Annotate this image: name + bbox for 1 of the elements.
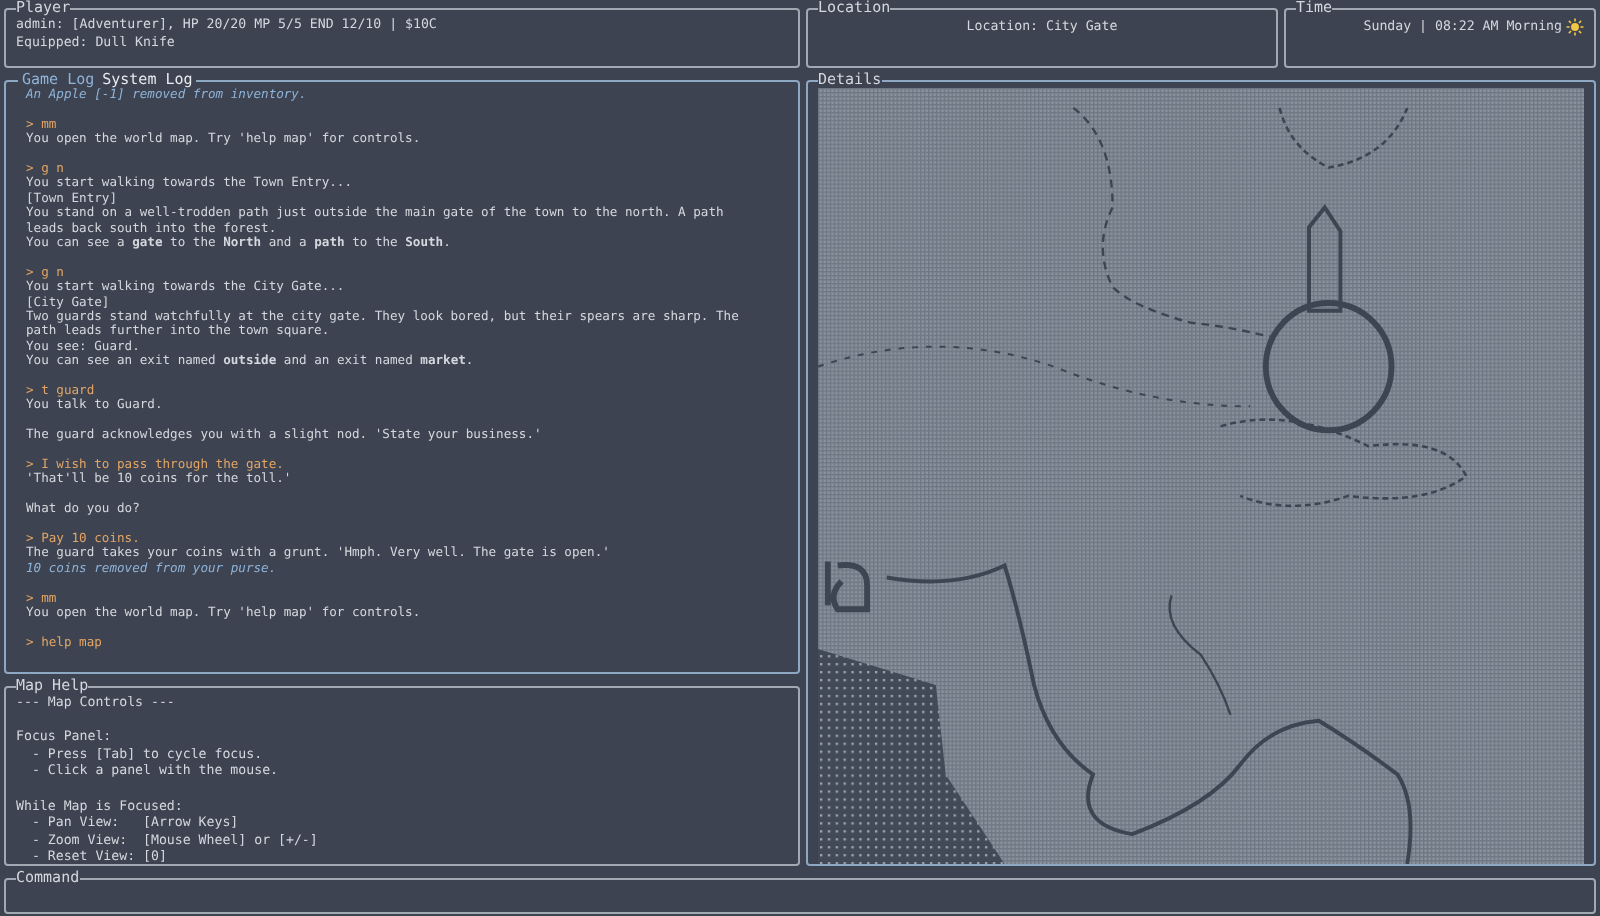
sun-icon xyxy=(1566,18,1584,36)
